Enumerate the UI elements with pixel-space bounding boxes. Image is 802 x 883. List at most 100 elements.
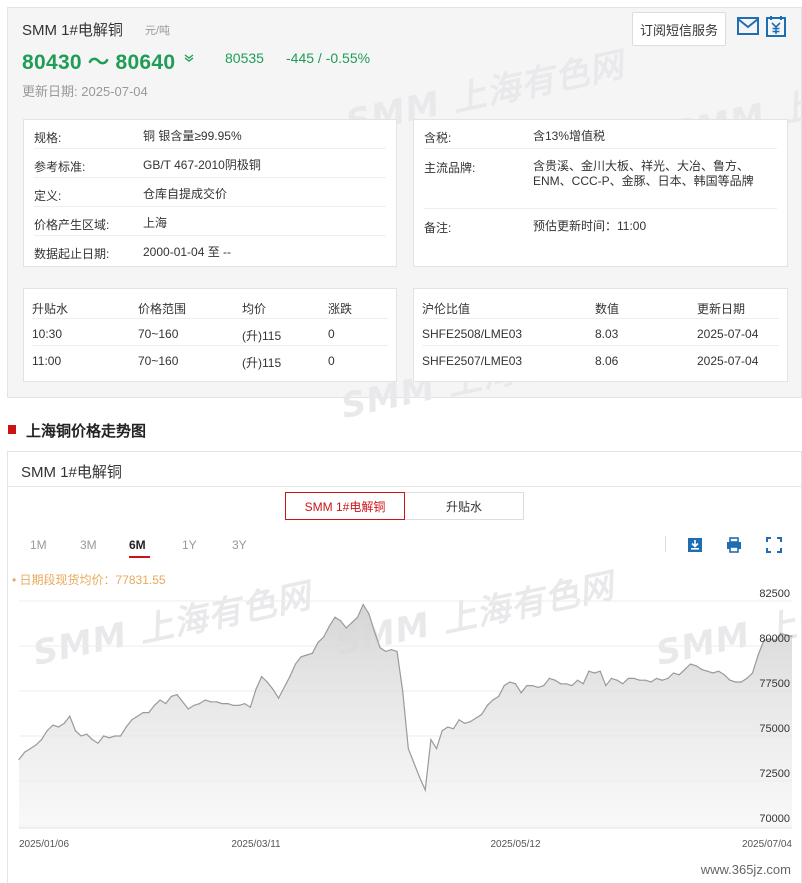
data-point[interactable] — [667, 677, 669, 679]
data-point[interactable] — [176, 694, 178, 696]
data-point[interactable] — [509, 681, 511, 683]
data-point[interactable] — [204, 699, 206, 701]
data-point[interactable] — [701, 668, 703, 670]
data-point[interactable] — [639, 679, 641, 681]
data-point[interactable] — [86, 733, 88, 735]
data-point[interactable] — [537, 686, 539, 688]
data-point[interactable] — [599, 670, 601, 672]
data-point[interactable] — [419, 776, 421, 778]
price-calendar-icon[interactable] — [765, 15, 787, 37]
data-point[interactable] — [294, 663, 297, 665]
data-point[interactable] — [407, 748, 409, 750]
data-point[interactable] — [390, 649, 392, 651]
data-point[interactable] — [695, 665, 697, 667]
data-point[interactable] — [40, 739, 43, 741]
data-point[interactable] — [379, 647, 381, 649]
data-point[interactable] — [131, 719, 133, 721]
data-point[interactable] — [91, 739, 93, 741]
data-point[interactable] — [249, 706, 251, 708]
data-point[interactable] — [317, 641, 319, 643]
data-point[interactable] — [571, 685, 573, 687]
data-point[interactable] — [458, 719, 460, 721]
data-point[interactable] — [469, 721, 471, 723]
data-point[interactable] — [503, 685, 505, 687]
data-point[interactable] — [661, 679, 663, 681]
data-point[interactable] — [740, 681, 742, 683]
data-point[interactable] — [227, 703, 229, 705]
data-point[interactable] — [486, 704, 488, 706]
data-point[interactable] — [46, 730, 48, 732]
data-point[interactable] — [198, 703, 201, 705]
data-point[interactable] — [492, 699, 494, 701]
data-point[interactable] — [306, 654, 308, 656]
data-point[interactable] — [723, 674, 725, 676]
data-point[interactable] — [447, 726, 449, 728]
data-point[interactable] — [791, 635, 793, 637]
data-point[interactable] — [170, 695, 172, 697]
data-point[interactable] — [35, 744, 37, 746]
data-point[interactable] — [255, 688, 257, 690]
data-point[interactable] — [616, 679, 618, 681]
data-point[interactable] — [385, 650, 387, 652]
data-point[interactable] — [29, 748, 31, 750]
data-point[interactable] — [57, 726, 60, 728]
data-point[interactable] — [142, 712, 144, 714]
data-point[interactable] — [452, 728, 455, 730]
data-point[interactable] — [277, 697, 280, 699]
data-point[interactable] — [356, 616, 359, 618]
data-point[interactable] — [435, 748, 438, 750]
data-point[interactable] — [345, 627, 347, 629]
data-point[interactable] — [221, 703, 223, 705]
data-point[interactable] — [69, 715, 71, 717]
data-point[interactable] — [475, 717, 477, 719]
data-point[interactable] — [560, 683, 562, 685]
data-point[interactable] — [148, 712, 150, 714]
data-point[interactable] — [182, 701, 184, 703]
data-point[interactable] — [543, 685, 545, 687]
data-point[interactable] — [187, 708, 189, 710]
data-point[interactable] — [97, 742, 99, 744]
data-point[interactable] — [588, 670, 590, 672]
data-point[interactable] — [153, 704, 156, 706]
tab-copper-price[interactable]: SMM 1#电解铜 — [285, 492, 405, 520]
data-point[interactable] — [18, 758, 20, 760]
data-point[interactable] — [644, 679, 646, 681]
data-point[interactable] — [531, 685, 534, 687]
data-point[interactable] — [751, 672, 754, 674]
data-point[interactable] — [119, 735, 122, 737]
data-point[interactable] — [52, 724, 54, 726]
data-point[interactable] — [498, 695, 500, 697]
data-point[interactable] — [548, 677, 550, 679]
data-point[interactable] — [289, 676, 291, 678]
data-point[interactable] — [672, 672, 675, 674]
data-point[interactable] — [678, 674, 680, 676]
data-point[interactable] — [266, 681, 268, 683]
data-point[interactable] — [334, 616, 336, 618]
price-area-chart[interactable]: 70000 72500 75000 77500 80000 82500 2025/01/06… — [8, 452, 802, 883]
data-point[interactable] — [323, 636, 325, 638]
data-point[interactable] — [396, 650, 398, 652]
data-point[interactable] — [712, 672, 714, 674]
data-point[interactable] — [74, 730, 77, 732]
data-point[interactable] — [351, 622, 353, 624]
data-point[interactable] — [159, 699, 161, 701]
data-point[interactable] — [633, 677, 635, 679]
data-point[interactable] — [424, 789, 426, 791]
data-point[interactable] — [63, 722, 65, 724]
data-point[interactable] — [565, 683, 567, 685]
data-point[interactable] — [136, 715, 139, 717]
data-point[interactable] — [108, 737, 110, 739]
mail-icon[interactable] — [737, 17, 759, 35]
data-point[interactable] — [610, 677, 613, 679]
data-point[interactable] — [576, 679, 579, 681]
data-point[interactable] — [734, 681, 737, 683]
subscribe-sms-button[interactable]: 订阅短信服务 — [632, 12, 726, 46]
data-point[interactable] — [684, 668, 686, 670]
data-point[interactable] — [650, 681, 652, 683]
data-point[interactable] — [627, 677, 629, 679]
data-point[interactable] — [481, 713, 483, 715]
data-point[interactable] — [193, 704, 195, 706]
data-point[interactable] — [300, 656, 302, 658]
data-point[interactable] — [238, 704, 240, 706]
data-point[interactable] — [402, 690, 404, 692]
